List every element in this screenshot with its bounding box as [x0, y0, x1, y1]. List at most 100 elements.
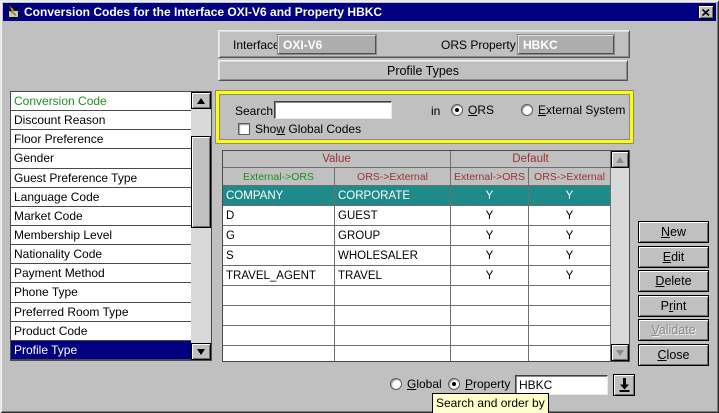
group-header-default: Default	[451, 151, 611, 168]
scroll-down-button[interactable]	[191, 343, 211, 360]
checkbox-icon	[238, 123, 250, 135]
list-item[interactable]: Discount Reason	[11, 111, 191, 130]
conversion-table: Value Default External->ORS ORS->Externa…	[222, 150, 630, 362]
arrow-down-icon	[616, 350, 624, 356]
search-label: Search	[235, 104, 273, 118]
table-row-selected[interactable]: COMPANY CORPORATE Y Y	[223, 186, 611, 206]
arrow-down-to-bar-icon	[619, 378, 630, 392]
radio-ors-label: ORS	[468, 103, 494, 117]
radio-external-label: External System	[538, 103, 625, 117]
cell[interactable]: GROUP	[335, 226, 451, 246]
list-item-selected[interactable]: Profile Type	[11, 341, 191, 360]
cell[interactable]: Y	[529, 226, 611, 246]
cell[interactable]: TRAVEL	[335, 266, 451, 286]
radio-global-label: Global	[407, 377, 442, 391]
col-header-default-external-ors: External->ORS	[451, 168, 529, 186]
cell[interactable]: Y	[451, 266, 529, 286]
table-column-header-row: External->ORS ORS->External External->OR…	[223, 168, 611, 186]
radio-external-system[interactable]: External System	[521, 103, 625, 117]
edit-button[interactable]: Edit	[638, 246, 709, 268]
list-item[interactable]: Nationality Code	[11, 245, 191, 264]
ors-property-field: HBKC	[518, 35, 614, 54]
validate-button: Validate	[638, 319, 709, 341]
app-icon	[6, 5, 20, 19]
radio-global[interactable]: Global	[390, 377, 442, 391]
table-row[interactable]: D GUEST Y Y	[223, 206, 611, 226]
close-button[interactable]	[698, 5, 714, 19]
ors-property-label: ORS Property	[441, 38, 516, 52]
cell[interactable]: Y	[529, 186, 611, 206]
search-panel: Search in ORS External System Show Globa…	[216, 91, 633, 143]
new-button[interactable]: New	[638, 221, 709, 243]
section-title: Profile Types	[218, 60, 628, 81]
table-row-empty[interactable]	[223, 286, 611, 306]
search-input[interactable]	[274, 101, 392, 119]
table-scroll-up-button[interactable]	[611, 151, 629, 168]
cell[interactable]: CORPORATE	[335, 186, 451, 206]
radio-ors[interactable]: ORS	[451, 103, 494, 117]
title-bar[interactable]: Conversion Codes for the Interface OXI-V…	[3, 3, 716, 21]
show-global-codes-label: Show Global Codes	[255, 122, 361, 136]
interface-panel: Interface OXI-V6 ORS Property HBKC	[218, 30, 630, 58]
table-scrollbar[interactable]	[611, 151, 629, 361]
cell[interactable]: Y	[451, 226, 529, 246]
scroll-up-button[interactable]	[191, 92, 211, 109]
list-item[interactable]: Language Code	[11, 188, 191, 207]
table-scroll-down-button[interactable]	[611, 344, 629, 361]
radio-ors-icon	[451, 104, 463, 116]
table-row[interactable]: G GROUP Y Y	[223, 226, 611, 246]
window: Conversion Codes for the Interface OXI-V…	[0, 0, 719, 413]
cell[interactable]: TRAVEL_AGENT	[223, 266, 335, 286]
radio-property[interactable]: Property	[448, 377, 510, 391]
cell[interactable]: G	[223, 226, 335, 246]
list-scrollbar[interactable]	[191, 92, 211, 360]
scrollbar-thumb[interactable]	[191, 136, 211, 228]
list-item[interactable]: Preferred Room Type	[11, 303, 191, 322]
cell[interactable]: Y	[451, 246, 529, 266]
cell[interactable]: GUEST	[335, 206, 451, 226]
table-row-empty[interactable]	[223, 346, 611, 362]
arrow-down-icon	[197, 349, 205, 355]
col-header-external-ors: External->ORS	[223, 168, 335, 186]
interface-label: Interface	[233, 38, 280, 52]
interface-field: OXI-V6	[278, 35, 376, 54]
table-row[interactable]: TRAVEL_AGENT TRAVEL Y Y	[223, 266, 611, 286]
cell[interactable]: Y	[529, 266, 611, 286]
cell[interactable]: Y	[451, 206, 529, 226]
search-in-label: in	[431, 104, 440, 118]
list-item[interactable]: Floor Preference	[11, 130, 191, 149]
show-global-codes-checkbox[interactable]: Show Global Codes	[238, 122, 361, 136]
radio-external-icon	[521, 104, 533, 116]
window-title: Conversion Codes for the Interface OXI-V…	[24, 5, 382, 19]
cell[interactable]: Y	[529, 206, 611, 226]
table-row[interactable]: S WHOLESALER Y Y	[223, 246, 611, 266]
list-item[interactable]: Gender	[11, 149, 191, 168]
col-header-default-ors-external: ORS->External	[529, 168, 611, 186]
property-input[interactable]	[515, 375, 608, 395]
arrow-up-icon	[616, 157, 624, 163]
cell[interactable]: Y	[529, 246, 611, 266]
table-row-empty[interactable]	[223, 306, 611, 326]
tooltip: Search and order by	[432, 393, 549, 413]
print-button[interactable]: Print	[638, 295, 709, 317]
cell[interactable]: COMPANY	[223, 186, 335, 206]
list-item[interactable]: Guest Preference Type	[11, 169, 191, 188]
table-group-header-row: Value Default	[223, 151, 611, 168]
close-window-button[interactable]: Close	[638, 344, 709, 366]
lov-button[interactable]	[613, 374, 635, 396]
col-header-ors-external: ORS->External	[335, 168, 451, 186]
table-row-empty[interactable]	[223, 326, 611, 346]
list-item[interactable]: Product Code	[11, 322, 191, 341]
cell[interactable]: WHOLESALER	[335, 246, 451, 266]
list-item[interactable]: Market Code	[11, 207, 191, 226]
list-header: Conversion Code	[11, 92, 191, 111]
radio-global-icon	[390, 378, 402, 390]
list-item[interactable]: Payment Method	[11, 264, 191, 283]
cell[interactable]: D	[223, 206, 335, 226]
close-icon	[702, 9, 710, 16]
list-item[interactable]: Membership Level	[11, 226, 191, 245]
cell[interactable]: S	[223, 246, 335, 266]
list-item[interactable]: Phone Type	[11, 283, 191, 302]
delete-button[interactable]: Delete	[638, 270, 709, 292]
cell[interactable]: Y	[451, 186, 529, 206]
